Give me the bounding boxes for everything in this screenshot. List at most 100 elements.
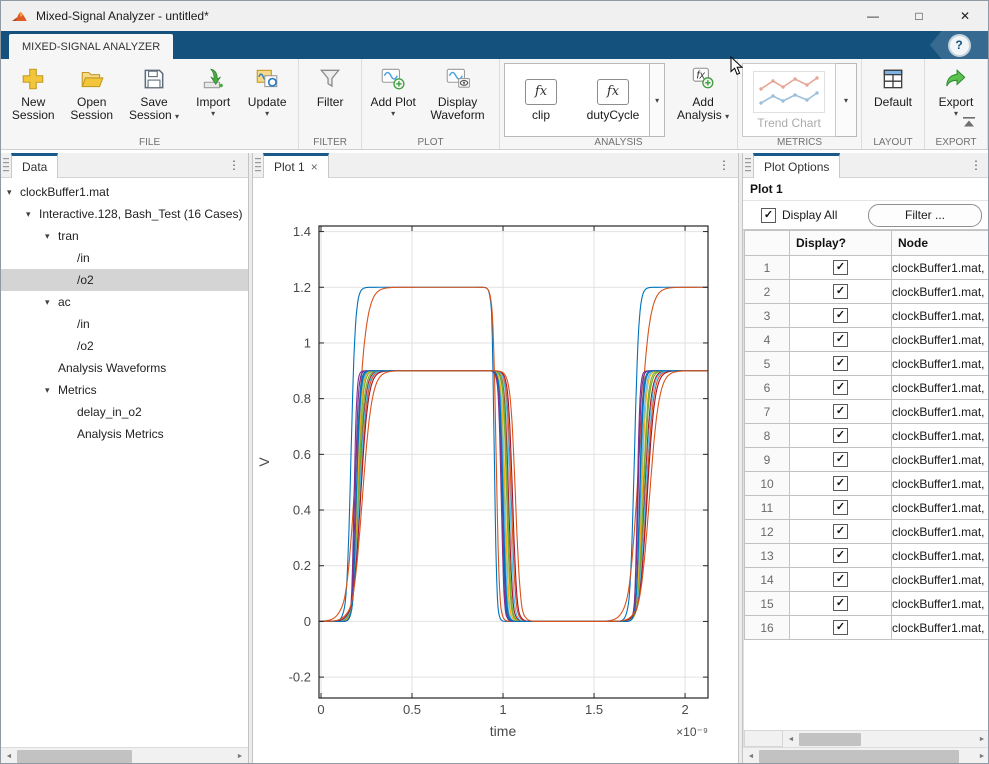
display-checkbox[interactable]: ✓ (833, 260, 848, 275)
tree-item[interactable]: ▾Interactive.128, Bash_Test (16 Cases) (1, 203, 248, 225)
display-checkbox[interactable]: ✓ (833, 500, 848, 515)
help-icon[interactable]: ? (948, 34, 971, 57)
display-checkbox[interactable]: ✓ (833, 476, 848, 491)
tree-item[interactable]: /in (1, 247, 248, 269)
svg-text:2: 2 (681, 702, 688, 717)
data-panel-menu-icon[interactable]: ⋮ (220, 153, 248, 177)
node-cell[interactable]: clockBuffer1.mat, Intera (892, 496, 989, 520)
display-checkbox[interactable]: ✓ (833, 452, 848, 467)
display-checkbox[interactable]: ✓ (833, 620, 848, 635)
tree-item[interactable]: delay_in_o2 (1, 401, 248, 423)
waveform-plot[interactable]: 00.511.52-0.200.20.40.60.811.21.4time×10… (253, 178, 738, 764)
tree-item[interactable]: /o2 (1, 269, 248, 291)
export-button[interactable]: Export ▾ (929, 61, 983, 119)
node-cell[interactable]: clockBuffer1.mat, Intera (892, 568, 989, 592)
tree-item[interactable]: ▾tran (1, 225, 248, 247)
tab-plot-options[interactable]: Plot Options (753, 153, 840, 178)
minimize-button[interactable]: — (850, 1, 896, 31)
tree-item[interactable]: Analysis Metrics (1, 423, 248, 445)
panel-grip-icon[interactable] (743, 153, 753, 177)
panel-grip-icon[interactable] (1, 153, 11, 177)
plot-options-hscrollbar[interactable]: ◄ ► (743, 747, 989, 764)
analysis-gallery-item-clip[interactable]: fx clip (505, 79, 577, 122)
node-cell[interactable]: clockBuffer1.mat, Intera (892, 256, 989, 280)
tree-item[interactable]: Analysis Waveforms (1, 357, 248, 379)
panel-grip-icon[interactable] (253, 153, 263, 177)
display-checkbox[interactable]: ✓ (833, 332, 848, 347)
scroll-right-icon[interactable]: ► (974, 736, 989, 743)
display-checkbox[interactable]: ✓ (833, 572, 848, 587)
tree-item[interactable]: /o2 (1, 335, 248, 357)
import-button[interactable]: Import ▾ (186, 61, 240, 119)
node-cell[interactable]: clockBuffer1.mat, Intera (892, 304, 989, 328)
open-session-button[interactable]: Open Session (62, 61, 122, 123)
maximize-button[interactable]: □ (896, 1, 942, 31)
tab-close-icon[interactable]: × (311, 160, 318, 174)
tree-collapse-arrow[interactable]: ▾ (45, 297, 58, 308)
close-button[interactable]: ✕ (942, 1, 988, 31)
display-checkbox[interactable]: ✓ (833, 356, 848, 371)
node-cell[interactable]: clockBuffer1.mat, Intera (892, 448, 989, 472)
main-panels: Data ⋮ ▾clockBuffer1.mat▾Interactive.128… (1, 153, 989, 764)
scroll-right-icon[interactable]: ► (974, 753, 989, 760)
analysis-gallery-dropdown[interactable]: ▾ (650, 63, 665, 137)
tree-collapse-arrow[interactable]: ▾ (45, 385, 58, 396)
tab-data[interactable]: Data (11, 153, 58, 178)
scrollbar-thumb[interactable] (17, 750, 132, 763)
update-button[interactable]: Update ▾ (240, 61, 294, 119)
plot-options-menu-icon[interactable]: ⋮ (962, 153, 989, 177)
display-checkbox[interactable]: ✓ (833, 524, 848, 539)
update-label: Update (248, 96, 287, 109)
table-row: 15✓clockBuffer1.mat, Intera (745, 592, 989, 616)
display-all-checkbox[interactable]: ✓ (761, 208, 776, 223)
display-waveform-button[interactable]: Display Waveform (420, 61, 495, 123)
scrollbar-thumb[interactable] (759, 750, 959, 763)
node-cell[interactable]: clockBuffer1.mat, Intera (892, 352, 989, 376)
display-checkbox[interactable]: ✓ (833, 380, 848, 395)
tab-mixed-signal-analyzer[interactable]: MIXED-SIGNAL ANALYZER (9, 34, 173, 59)
add-plot-button[interactable]: Add Plot ▾ (366, 61, 420, 119)
display-checkbox[interactable]: ✓ (833, 284, 848, 299)
default-layout-button[interactable]: Default (866, 61, 920, 110)
tree-item[interactable]: ▾ac (1, 291, 248, 313)
node-cell[interactable]: clockBuffer1.mat, Intera (892, 424, 989, 448)
tree-item-label: ac (58, 295, 71, 309)
scrollbar-thumb[interactable] (799, 733, 861, 746)
tree-item[interactable]: /in (1, 313, 248, 335)
scroll-left-icon[interactable]: ◄ (783, 736, 799, 743)
add-analysis-button[interactable]: fx Add Analysis ▾ (673, 61, 733, 124)
scroll-left-icon[interactable]: ◄ (1, 753, 17, 760)
filter-button[interactable]: Filter (303, 61, 357, 110)
plot-panel-menu-icon[interactable]: ⋮ (710, 153, 738, 177)
display-checkbox[interactable]: ✓ (833, 404, 848, 419)
analysis-gallery-item-dutycycle[interactable]: fx dutyCycle (577, 79, 649, 122)
node-cell[interactable]: clockBuffer1.mat, Intera (892, 616, 989, 640)
filter-dialog-button[interactable]: Filter ... (868, 204, 982, 227)
tree-collapse-arrow[interactable]: ▾ (45, 231, 58, 242)
node-cell[interactable]: clockBuffer1.mat, Intera (892, 280, 989, 304)
node-cell[interactable]: clockBuffer1.mat, Intera (892, 376, 989, 400)
tree-collapse-arrow[interactable]: ▾ (26, 209, 39, 220)
node-cell[interactable]: clockBuffer1.mat, Intera (892, 328, 989, 352)
node-cell[interactable]: clockBuffer1.mat, Intera (892, 520, 989, 544)
display-checkbox[interactable]: ✓ (833, 596, 848, 611)
scroll-left-icon[interactable]: ◄ (743, 753, 759, 760)
node-cell[interactable]: clockBuffer1.mat, Intera (892, 544, 989, 568)
save-session-button[interactable]: Save Session ▾ (122, 61, 186, 124)
display-checkbox[interactable]: ✓ (833, 428, 848, 443)
display-checkbox[interactable]: ✓ (833, 308, 848, 323)
display-checkbox[interactable]: ✓ (833, 548, 848, 563)
node-cell[interactable]: clockBuffer1.mat, Intera (892, 400, 989, 424)
table-hscrollbar[interactable]: ◄ ► (744, 730, 989, 747)
metrics-gallery-dropdown[interactable]: ▾ (836, 63, 857, 137)
tree-item[interactable]: ▾Metrics (1, 379, 248, 401)
collapse-ribbon-icon[interactable] (962, 115, 976, 133)
data-panel-hscrollbar[interactable]: ◄ ► (1, 747, 248, 764)
tree-collapse-arrow[interactable]: ▾ (7, 187, 20, 198)
scroll-right-icon[interactable]: ► (232, 753, 248, 760)
node-cell[interactable]: clockBuffer1.mat, Intera (892, 592, 989, 616)
tab-plot-1[interactable]: Plot 1 × (263, 153, 329, 178)
tree-item[interactable]: ▾clockBuffer1.mat (1, 181, 248, 203)
new-session-button[interactable]: New Session (5, 61, 62, 123)
node-cell[interactable]: clockBuffer1.mat, Intera (892, 472, 989, 496)
